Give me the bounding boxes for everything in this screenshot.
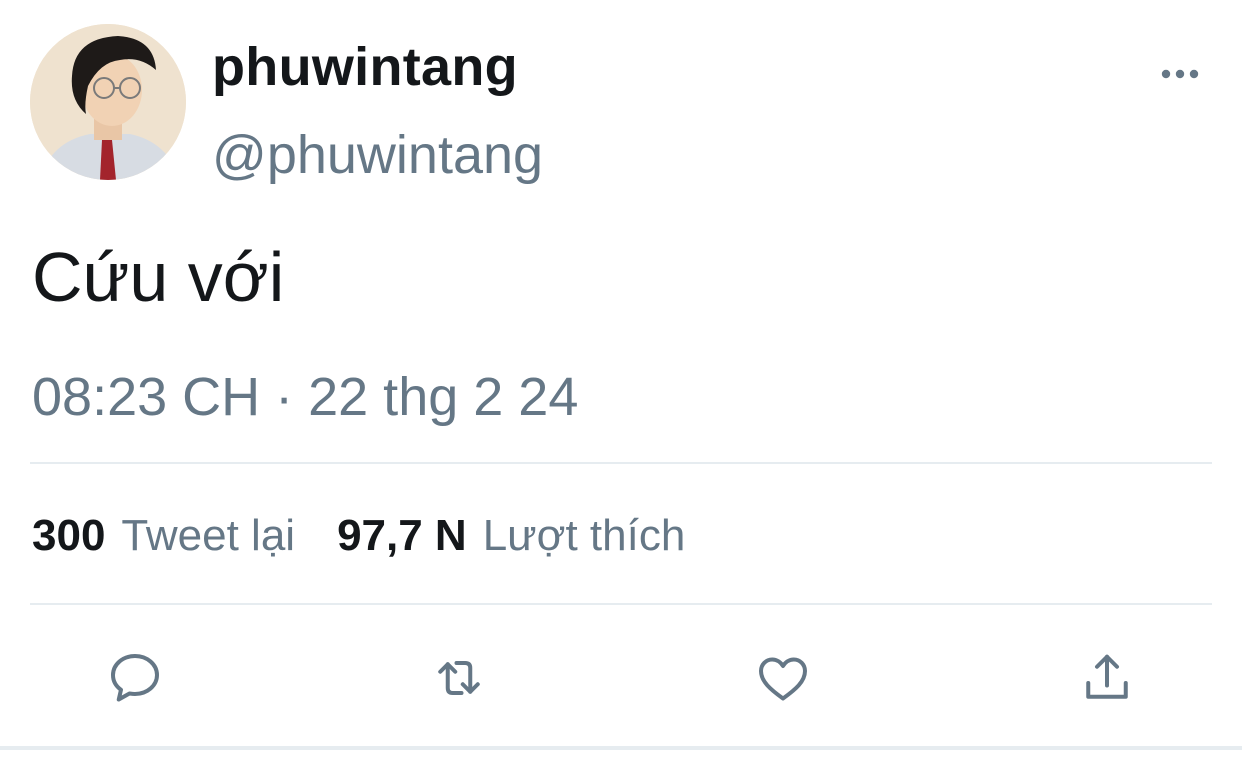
retweets-count[interactable]: 300 <box>32 514 105 558</box>
reply-icon <box>111 654 159 702</box>
heart-icon <box>759 657 807 701</box>
share-button[interactable] <box>1075 646 1139 710</box>
author-handle[interactable]: @phuwintang <box>212 128 543 182</box>
author-display-name[interactable]: phuwintang <box>212 40 518 94</box>
like-button[interactable] <box>751 646 815 710</box>
retweet-icon <box>438 661 480 695</box>
divider <box>30 603 1212 605</box>
avatar[interactable] <box>30 24 186 180</box>
retweet-button[interactable] <box>427 646 491 710</box>
more-icon <box>1161 69 1199 79</box>
share-icon <box>1086 654 1128 699</box>
bottom-divider <box>0 746 1242 750</box>
more-options-button[interactable] <box>1150 56 1210 92</box>
tweet-text: Cứu với <box>32 238 285 316</box>
likes-label[interactable]: Lượt thích <box>483 514 686 558</box>
tweet-stats: 300 Tweet lại 97,7 N Lượt thích <box>32 514 685 558</box>
reply-button[interactable] <box>103 646 167 710</box>
divider <box>30 462 1212 464</box>
retweets-label[interactable]: Tweet lại <box>121 514 295 558</box>
avatar-image <box>30 24 186 180</box>
likes-count[interactable]: 97,7 N <box>337 514 467 558</box>
tweet-timestamp[interactable]: 08:23 CH · 22 thg 2 24 <box>32 370 578 424</box>
